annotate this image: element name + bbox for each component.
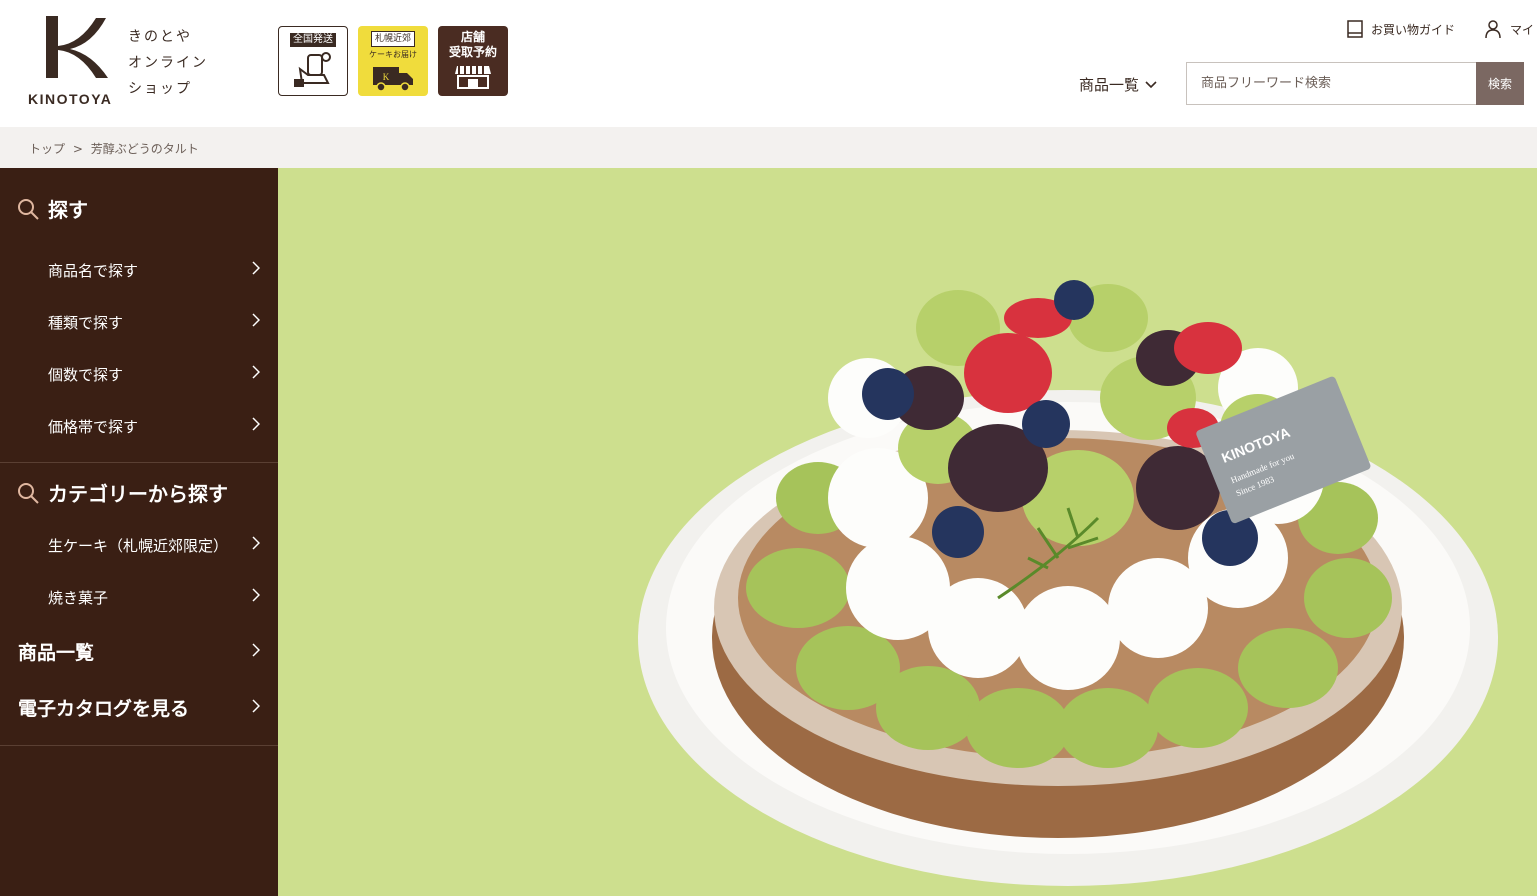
- logo-japanese-text: きのとや オンライン ショップ: [128, 24, 228, 102]
- sidebar-item-label: 焼き菓子: [48, 588, 109, 607]
- sidebar-item-by-price[interactable]: 価格帯で探す: [0, 400, 278, 452]
- grape-tart-illustration: KINOTOYA Handmade for you Since 1983: [638, 280, 1498, 886]
- sapporo-cake-delivery-badge[interactable]: 札幌近郊 ケーキお届け K: [358, 26, 428, 96]
- badge-title: 店舗 受取予約: [438, 30, 508, 60]
- sidebar-item-label: 価格帯で探す: [48, 417, 139, 436]
- nationwide-shipping-badge[interactable]: 全国発送: [278, 26, 348, 96]
- shopping-guide-link[interactable]: お買い物ガイド: [1347, 20, 1455, 38]
- sidebar-item-label: 種類で探す: [48, 313, 124, 332]
- chevron-right-icon: [252, 643, 260, 657]
- breadcrumb-separator: >: [72, 142, 83, 156]
- badge-label: 全国発送: [290, 33, 336, 47]
- storefront-icon: [455, 66, 491, 89]
- search-section-heading: 探す: [16, 194, 88, 223]
- search-icon: [18, 482, 39, 504]
- sidebar-item-label: 商品一覧: [18, 641, 95, 664]
- logo-jp-line: ショップ: [128, 81, 192, 97]
- search-section-title: 探す: [48, 198, 88, 222]
- logo-jp-line: オンライン: [128, 55, 208, 71]
- store-pickup-badge[interactable]: 店舗 受取予約: [438, 26, 508, 96]
- mypage-link[interactable]: マイ: [1484, 20, 1534, 38]
- sidebar-item-by-name[interactable]: 商品名で探す: [0, 244, 278, 296]
- product-list-menu-label: 商品一覧: [1079, 76, 1140, 94]
- search-icon: [18, 198, 39, 220]
- kinotoya-k-logo-icon: [46, 16, 108, 78]
- breadcrumb-current: 芳醇ぶどうのタルト: [90, 142, 199, 156]
- site-header: KINOTOYA きのとや オンライン ショップ 全国発送 札幌近郊 ケーキお届…: [0, 0, 1537, 127]
- breadcrumb-home-link[interactable]: トップ: [29, 142, 65, 156]
- delivery-truck-icon: K: [373, 67, 413, 92]
- chevron-right-icon: [252, 417, 260, 431]
- sidebar-nav: 探す 商品名で探す 種類で探す 個数で探す 価格帯で探す カテゴリーから探す 生…: [0, 168, 278, 896]
- search-input[interactable]: [1186, 62, 1476, 105]
- badge-label: 札幌近郊: [370, 31, 415, 47]
- shopping-guide-label: お買い物ガイド: [1371, 22, 1456, 37]
- logo-jp-line: きのとや: [128, 29, 192, 45]
- category-section-title: カテゴリーから探す: [48, 482, 228, 506]
- sidebar-item-label: 個数で探す: [48, 365, 124, 384]
- logo-english-text: KINOTOYA: [28, 91, 113, 107]
- sidebar-item-by-type[interactable]: 種類で探す: [0, 296, 278, 348]
- product-list-menu[interactable]: 商品一覧: [1079, 74, 1157, 95]
- badge-sublabel: ケーキお届け: [369, 50, 417, 59]
- chevron-right-icon: [252, 588, 260, 602]
- chevron-right-icon: [252, 536, 260, 550]
- category-section-heading: カテゴリーから探す: [16, 478, 228, 507]
- sidebar-divider: [0, 462, 278, 463]
- sidebar-item-label: 商品名で探す: [48, 261, 139, 280]
- sidebar-item-baked-goods[interactable]: 焼き菓子: [0, 571, 278, 623]
- site-logo[interactable]: KINOTOYA きのとや オンライン ショップ: [28, 14, 228, 110]
- sidebar-item-by-quantity[interactable]: 個数で探す: [0, 348, 278, 400]
- chevron-right-icon: [252, 699, 260, 713]
- chevron-down-icon: [1145, 80, 1157, 88]
- seat-delivery-icon: [294, 52, 331, 87]
- user-icon: [1485, 20, 1501, 38]
- chevron-right-icon: [252, 261, 260, 275]
- breadcrumb: トップ > 芳醇ぶどうのタルト: [0, 127, 1537, 168]
- badge-title-line: 店舗: [460, 30, 485, 44]
- chevron-right-icon: [252, 365, 260, 379]
- sidebar-item-fresh-cake[interactable]: 生ケーキ（札幌近郊限定）: [0, 519, 278, 571]
- book-icon: [1347, 20, 1363, 38]
- svg-text:K: K: [383, 72, 390, 82]
- sidebar-item-label: 電子カタログを見る: [18, 697, 190, 720]
- hero-product-image: KINOTOYA Handmade for you Since 1983: [278, 168, 1537, 896]
- sidebar-item-all-products[interactable]: 商品一覧: [0, 625, 278, 677]
- badge-title-line: 受取予約: [448, 45, 497, 59]
- search-button[interactable]: 検索: [1476, 62, 1524, 105]
- sidebar-item-e-catalog[interactable]: 電子カタログを見る: [0, 681, 278, 733]
- chevron-right-icon: [252, 313, 260, 327]
- mypage-label: マイ: [1510, 22, 1535, 37]
- sidebar-divider: [0, 745, 278, 746]
- sidebar-item-label: 生ケーキ（札幌近郊限定）: [48, 536, 229, 555]
